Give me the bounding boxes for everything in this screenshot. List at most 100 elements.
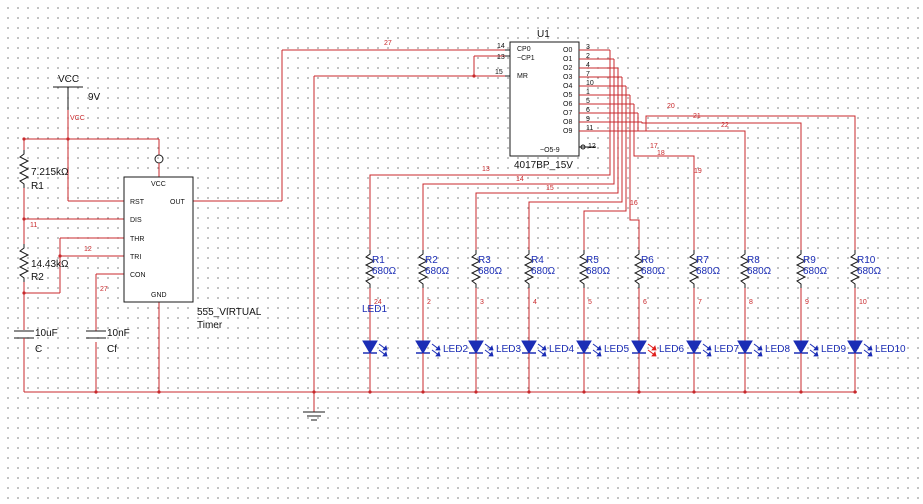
led-stage-5[interactable]: R5680Ω 5 LED5 [576,250,629,394]
led-resistor-value: 680Ω [425,266,450,277]
net-label-led: 9 [805,299,809,306]
cf-ref: Cf [107,344,117,355]
junction-dot [582,390,586,394]
net-label-con: 27 [100,286,108,293]
capacitor-c[interactable]: 10uF C [14,322,58,355]
ground-symbol[interactable] [303,411,325,421]
resistor-r1[interactable]: 7.215kΩ R1 [18,150,69,192]
led-stage-3[interactable]: R3680Ω 3 LED3 [468,250,521,394]
led-diode [631,340,647,354]
led-emission-arrows [537,343,547,357]
counter-pin13-num: 13 [497,54,505,61]
timer-555[interactable]: RST DIS THR TRI CON VCC OUT GND 555_VIRT… [123,176,262,331]
led-emission-arrows [809,343,819,357]
net-label-led: 4 [533,299,537,306]
net-label-top: 14 [516,176,524,183]
led-resistor-value: 680Ω [696,266,721,277]
led-emission-arrows [431,343,441,357]
led-stage-8[interactable]: R8680Ω 8 LED8 [737,250,790,394]
led-resistor-ref: R2 [425,255,438,266]
vcc-pin-circle [154,154,164,164]
timer-pin-thr: THR [130,236,144,243]
counter-outputs: O0 3O1 2O2 4O3 7O4 10O5 1O6 5O7 6O8 9O9 1113141516… [369,44,856,250]
c-ref: C [35,344,42,355]
led-resistor-value: 680Ω [586,266,611,277]
net-label-led: 8 [749,299,753,306]
net-label-top: 20 [667,103,675,110]
timer-name: 555_VIRTUAL [197,307,262,318]
timer-pin-out: OUT [170,199,186,206]
counter-part: 4017BP_15V [514,160,573,171]
led-resistor-ref: R8 [747,255,760,266]
led-resistor-ref: R4 [531,255,544,266]
counter-pin14-num: 14 [497,43,505,50]
led-stage-2[interactable]: R2680Ω 2 LED2 [415,250,468,394]
resistor-r2[interactable]: 14.43kΩ R2 [18,244,69,283]
junction-dot [527,390,531,394]
led-ref: LED3 [496,344,521,355]
led-diode [468,340,484,354]
led-resistor-ref: R3 [478,255,491,266]
led-emission-arrows [592,343,602,357]
led-stage-10[interactable]: R10680Ω 10 LED10 [847,250,906,394]
timer-pin-tri: TRI [130,254,141,261]
capacitor-cf[interactable]: 10nF Cf [86,327,130,355]
led-stage-6[interactable]: R6680Ω 6 LED6 [631,250,684,394]
counter-output-name: O7 [563,110,572,117]
net-label-11: 11 [30,222,37,229]
counter-ref: U1 [537,29,550,40]
led-ref: LED7 [714,344,739,355]
r1-value: 7.215kΩ [31,167,69,178]
led-resistor-ref: R6 [641,255,654,266]
net-label-top: 18 [657,150,665,157]
net-label-top: 13 [482,166,490,173]
cf-value: 10nF [107,328,130,339]
led-resistor-value: 680Ω [641,266,666,277]
led-diode [793,340,809,354]
led-resistor-ref: R7 [696,255,709,266]
net-label-12: 12 [84,246,92,253]
led-emission-arrows [702,343,712,357]
led-ref: LED6 [659,344,684,355]
led-resistor-ref: R9 [803,255,816,266]
vcc-source[interactable]: VCC 9V VCC [53,74,101,122]
led-diode [737,340,753,354]
led-ref: LED5 [604,344,629,355]
led-ref: LED10 [875,344,906,355]
led-stage-1[interactable]: R1680Ω24LED1 [362,250,397,394]
led-stage-9[interactable]: R9680Ω 9 LED9 [793,250,846,394]
net-label-top: 22 [721,122,729,129]
timer-subname: Timer [197,320,223,331]
net-label-led: 5 [588,299,592,306]
led-ref: LED4 [549,344,574,355]
led-resistor-ref: R10 [857,255,876,266]
counter-4017[interactable]: U1 4017BP_15V 14 13 15 CP0 ~CP1 MR ~O5-9… [369,29,856,250]
net-label-top: 21 [693,113,701,120]
counter-output-name: O3 [563,74,572,81]
led-resistor-value: 680Ω [478,266,503,277]
led-stage-7[interactable]: R7680Ω 7 LED7 [686,250,739,394]
junction-dot [692,390,696,394]
junction-dot [853,390,857,394]
timer-pin-dis: DIS [130,217,142,224]
counter-output-name: O8 [563,119,572,126]
net-label-top: 15 [546,185,554,192]
counter-carry-name: ~O5-9 [540,147,560,154]
junction-dot [637,390,641,394]
led-resistor-value: 680Ω [803,266,828,277]
net-label-top: 19 [694,168,702,175]
led-stage-4[interactable]: R4680Ω 4 LED4 [521,250,574,394]
r2-value: 14.43kΩ [31,259,69,270]
led-ref: LED9 [821,344,846,355]
net-label-led: 10 [859,299,867,306]
led-resistor-ref: R1 [372,255,385,266]
c-value: 10uF [35,328,58,339]
net-label-top: 16 [630,200,638,207]
schematic: VCC 9V VCC 11 12 27 27 7.215kΩ R1 14.43k… [14,29,906,421]
output-route-wire [645,115,856,250]
led-diode [576,340,592,354]
led-resistor-value: 680Ω [531,266,556,277]
vcc-voltage: 9V [88,92,101,103]
counter-output-name: O4 [563,83,572,90]
counter-pin-mr: MR [517,73,528,80]
